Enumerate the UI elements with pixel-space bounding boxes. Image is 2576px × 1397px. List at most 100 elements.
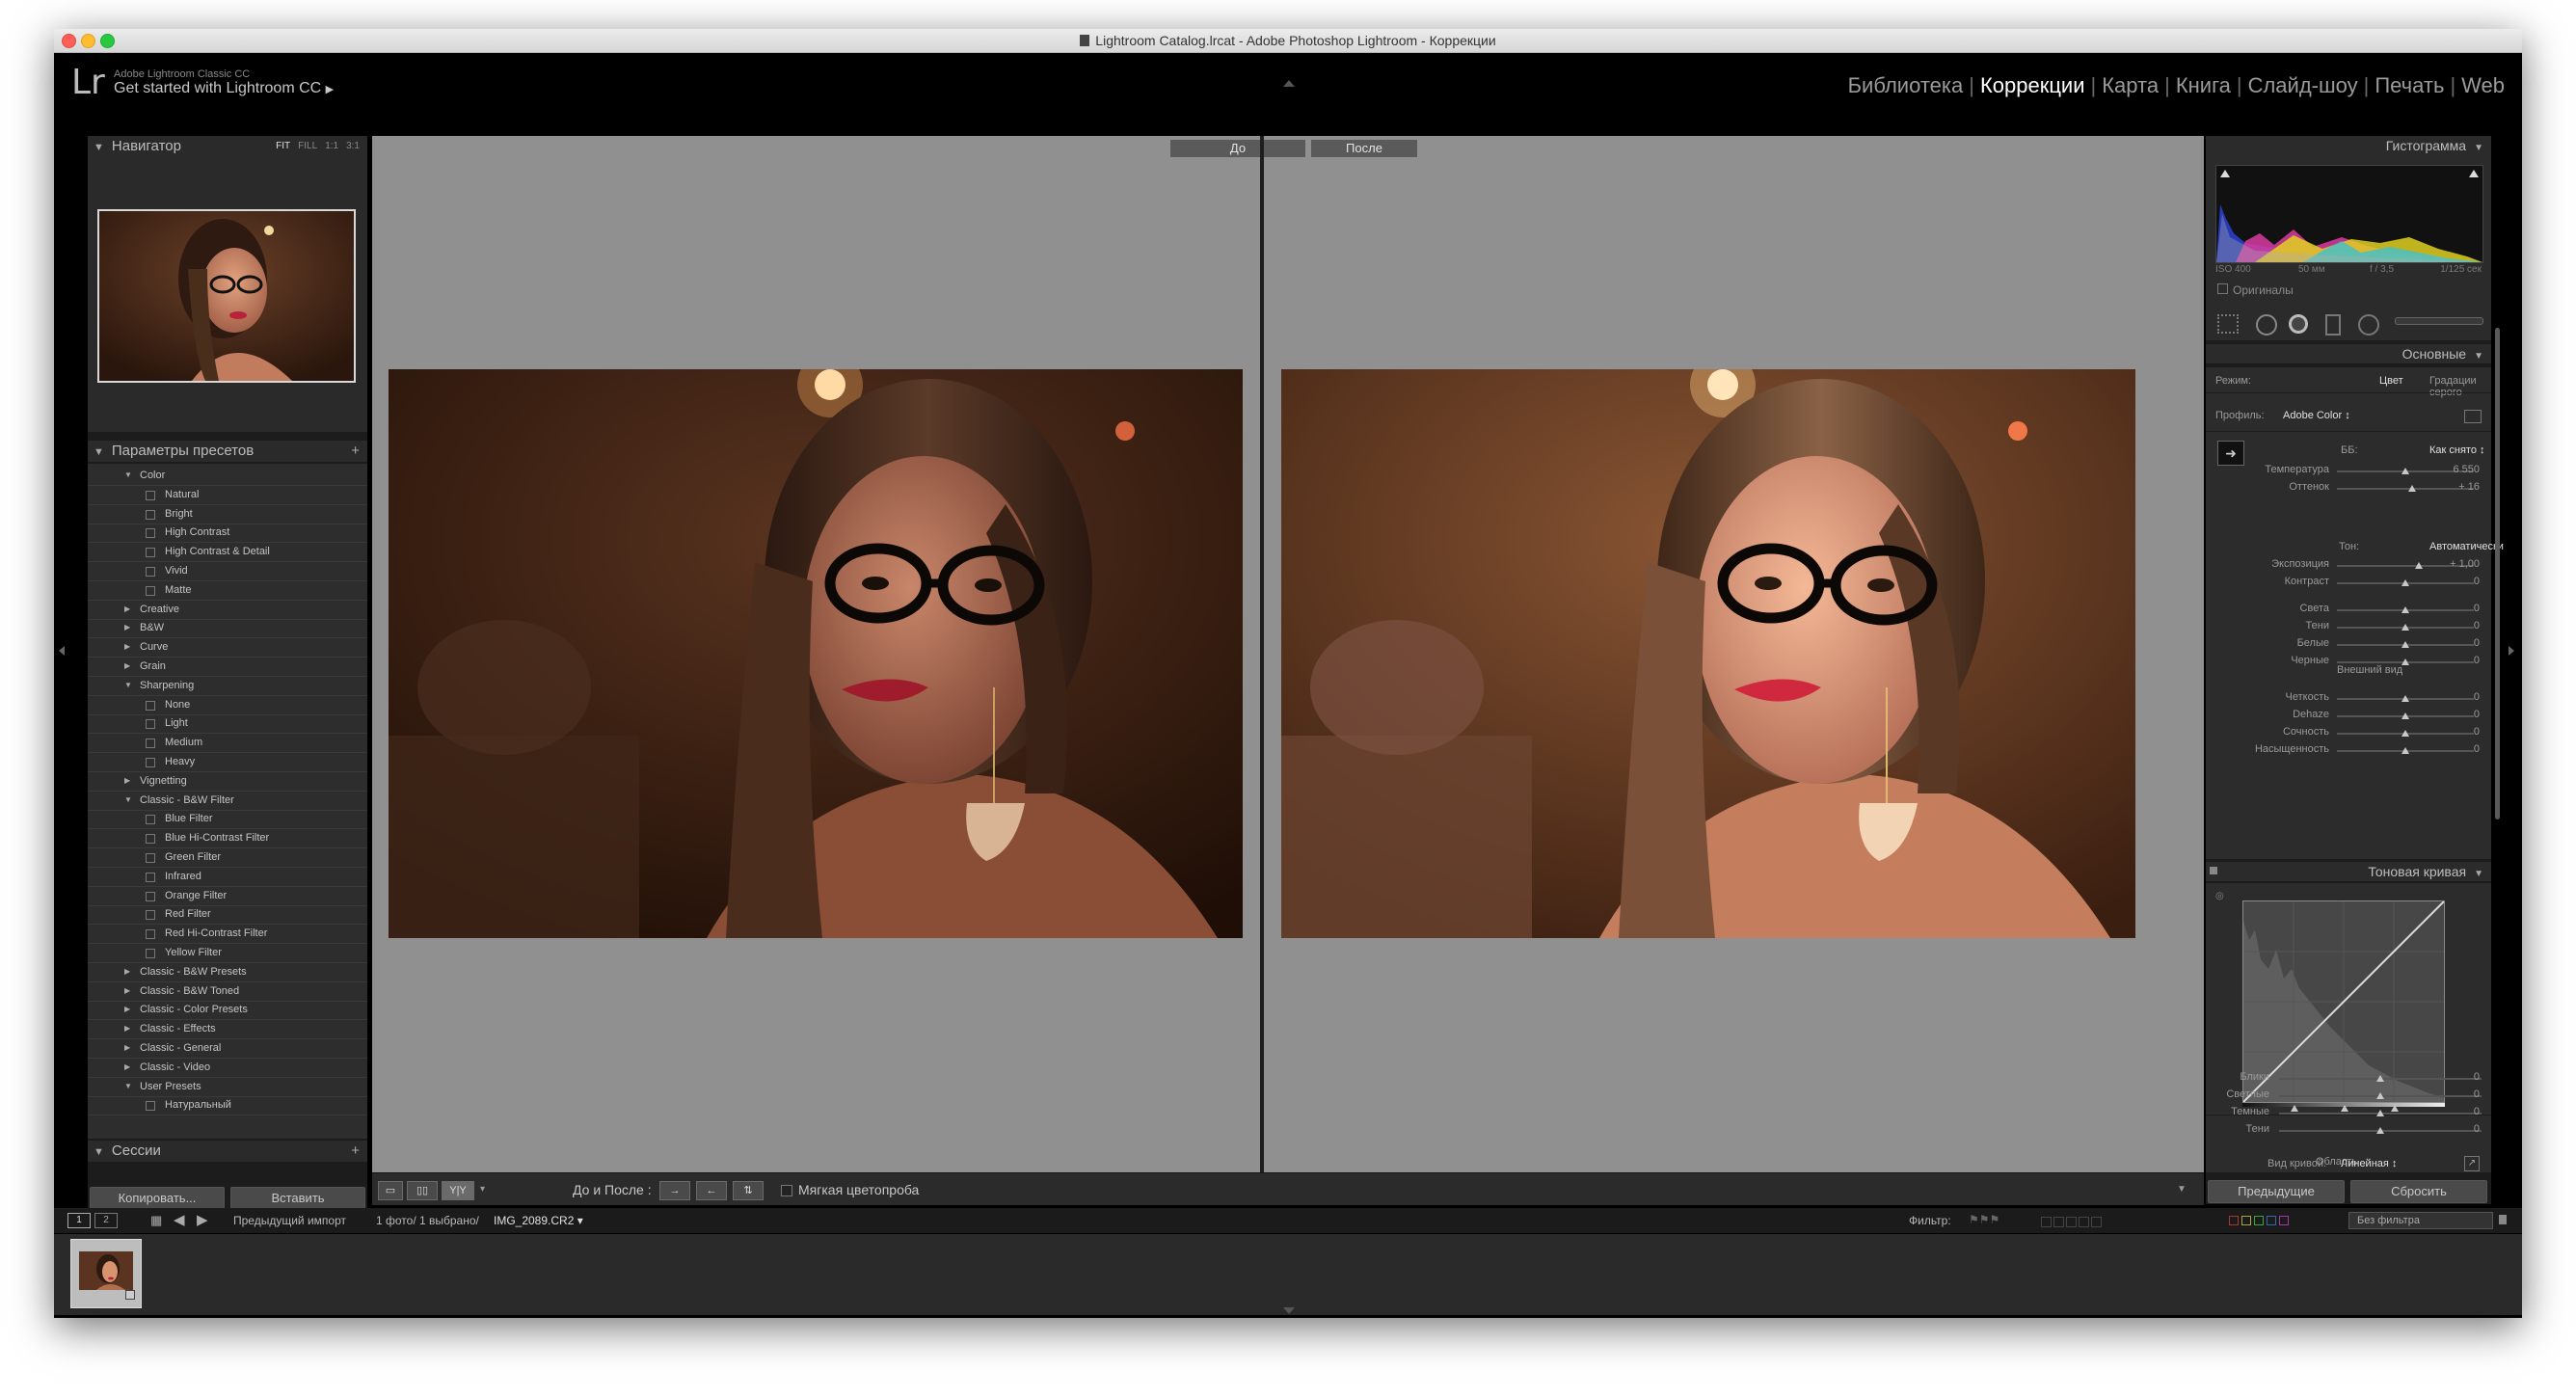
previous-settings-button[interactable]: Предыдущие (2208, 1180, 2345, 1203)
contrast-slider-thumb[interactable] (2402, 579, 2409, 586)
loupe-view-button[interactable]: ▭ (378, 1181, 403, 1200)
shadows-value[interactable]: 0 (2474, 620, 2480, 631)
preset-group[interactable]: ▼ Sharpening (88, 676, 367, 696)
curve-highlights-value[interactable]: 0 (2474, 1071, 2480, 1083)
highlight-clipping-icon[interactable] (2469, 170, 2479, 177)
graduated-filter-icon[interactable] (2325, 314, 2341, 336)
filter-preset-dropdown[interactable]: Без фильтра (2348, 1212, 2493, 1229)
crop-tool-icon[interactable] (2217, 314, 2239, 334)
preset-item[interactable]: Blue Hi-Contrast Filter (88, 828, 367, 849)
main-window-button[interactable]: 1 (67, 1213, 91, 1228)
preset-item[interactable]: Blue Filter (88, 809, 367, 830)
collapse-bottom-panel-icon[interactable] (1283, 1307, 1295, 1314)
clarity-value[interactable]: 0 (2474, 691, 2480, 703)
copy-after-to-before-button[interactable]: ← (696, 1181, 727, 1200)
tint-slider[interactable] (2337, 488, 2474, 490)
histogram-graph[interactable] (2215, 165, 2483, 263)
module-develop[interactable]: Коррекции (1974, 73, 2091, 98)
curve-darks-value[interactable]: 0 (2474, 1106, 2480, 1117)
whites-slider-thumb[interactable] (2402, 641, 2409, 648)
paste-settings-button[interactable]: Вставить (230, 1187, 365, 1210)
forward-arrow-icon[interactable]: ▶ (197, 1211, 208, 1228)
tint-slider-thumb[interactable] (2408, 485, 2417, 492)
preset-item[interactable]: Heavy (88, 752, 367, 772)
saturation-value[interactable]: 0 (2474, 743, 2480, 755)
before-photo[interactable] (389, 369, 1243, 938)
blacks-value[interactable]: 0 (2474, 655, 2480, 666)
preset-group[interactable]: ▶ Classic - B&W Toned (88, 981, 367, 1002)
curve-shadows-value[interactable]: 0 (2474, 1123, 2480, 1135)
flag-filter-icon[interactable]: ⚑⚑⚑ (1969, 1213, 1999, 1226)
preset-item[interactable]: None (88, 695, 367, 715)
curve-shadows-slider-thumb[interactable] (2376, 1127, 2384, 1134)
temperature-value[interactable]: 6 550 (2453, 464, 2480, 475)
tone-curve-toggle-icon[interactable] (2210, 867, 2217, 874)
back-arrow-icon[interactable]: ◀ (174, 1211, 185, 1228)
compare-layout-button[interactable]: ▯▯ (407, 1181, 438, 1200)
collapse-right-panel-icon[interactable] (2509, 646, 2514, 656)
reset-button[interactable]: Сбросить (2350, 1180, 2487, 1203)
tone-auto-button[interactable]: Автоматически (2429, 541, 2504, 552)
module-book[interactable]: Книга (2170, 73, 2237, 98)
right-panel-scrollbar[interactable] (2495, 328, 2500, 819)
presets-header[interactable]: ▼ Параметры пресетов + (88, 441, 367, 462)
preset-group[interactable]: ▶ Classic - Effects (88, 1019, 367, 1040)
curve-lights-slider-thumb[interactable] (2376, 1092, 2384, 1099)
dehaze-value[interactable]: 0 (2474, 709, 2480, 720)
whites-value[interactable]: 0 (2474, 637, 2480, 649)
before-after-mode-button[interactable]: Y|Y (442, 1181, 474, 1200)
navigator-preview[interactable] (97, 209, 356, 383)
preset-group[interactable]: ▶ Vignetting (88, 771, 367, 792)
preset-item[interactable]: Light (88, 713, 367, 735)
module-library[interactable]: Библиотека (1842, 73, 1970, 98)
get-started-link[interactable]: Get started with Lightroom CC ▶ (114, 80, 334, 97)
radial-filter-icon[interactable] (2358, 314, 2379, 336)
show-originals-toggle[interactable]: Оригиналы (2217, 283, 2294, 297)
temperature-slider-thumb[interactable] (2402, 468, 2409, 474)
preset-item[interactable]: High Contrast (88, 523, 367, 544)
preset-group[interactable]: ▶ Grain (88, 657, 367, 677)
preset-item[interactable]: Bright (88, 504, 367, 524)
preset-item[interactable]: Matte (88, 580, 367, 601)
preset-item[interactable]: Natural (88, 485, 367, 505)
histogram-header[interactable]: Гистограмма ▼ (2206, 136, 2491, 155)
module-print[interactable]: Печать (2369, 73, 2450, 98)
grid-view-icon[interactable]: ▦ (150, 1213, 162, 1228)
curve-type-dropdown[interactable]: Линейная ↕ (2341, 1158, 2397, 1169)
toolbar-menu-icon[interactable]: ▼ (2177, 1181, 2187, 1198)
preset-group[interactable]: ▶ Classic - Color Presets (88, 1000, 367, 1021)
preset-item[interactable]: Infrared (88, 867, 367, 887)
wb-dropdown[interactable]: Как снято ↕ (2429, 444, 2485, 456)
preset-group[interactable]: ▼ Classic - B&W Filter (88, 791, 367, 811)
filename-dropdown[interactable]: IMG_2089.CR2 ▾ (494, 1214, 583, 1227)
shadow-clipping-icon[interactable] (2220, 170, 2230, 177)
soft-proof-checkbox[interactable] (781, 1185, 792, 1196)
dropdown-arrow-icon[interactable]: ▾ (480, 1181, 485, 1198)
zoom-1-1[interactable]: 1:1 (325, 141, 338, 151)
navigator-header[interactable]: ▼ Навигатор FIT FILL 1:1 3:1 (88, 136, 367, 157)
preset-item[interactable]: Medium (88, 733, 367, 754)
module-web[interactable]: Web (2455, 73, 2510, 98)
collapse-left-panel-icon[interactable] (59, 646, 65, 656)
zoom-fit[interactable]: FIT (276, 141, 290, 151)
preset-item[interactable]: Green Filter (88, 847, 367, 868)
preset-item[interactable]: Yellow Filter (88, 943, 367, 963)
rating-filter-stars[interactable] (2040, 1215, 2103, 1232)
preset-group[interactable]: ▶ B&W (88, 618, 367, 639)
module-map[interactable]: Карта (2096, 73, 2164, 98)
preset-item[interactable]: Red Hi-Contrast Filter (88, 924, 367, 945)
tone-curve-header[interactable]: Тоновая кривая ▼ (2206, 862, 2491, 881)
second-window-button[interactable]: 2 (94, 1213, 118, 1228)
color-label-filter[interactable] (2229, 1216, 2289, 1225)
preset-group[interactable]: ▶ Creative (88, 600, 367, 620)
collapse-top-panel-icon[interactable] (1283, 80, 1295, 87)
preset-group[interactable]: ▶ Classic - B&W Presets (88, 962, 367, 982)
spot-removal-icon[interactable] (2256, 314, 2277, 336)
sessions-header[interactable]: ▼ Сессии + (88, 1141, 367, 1162)
adjustment-brush-icon[interactable] (2395, 317, 2483, 325)
basic-header[interactable]: Основные ▼ (2206, 344, 2491, 363)
exposure-value[interactable]: + 1,00 (2450, 558, 2480, 570)
exposure-slider-thumb[interactable] (2415, 562, 2424, 569)
filmstrip-thumbnail[interactable] (70, 1239, 142, 1308)
zoom-fill[interactable]: FILL (298, 141, 317, 151)
